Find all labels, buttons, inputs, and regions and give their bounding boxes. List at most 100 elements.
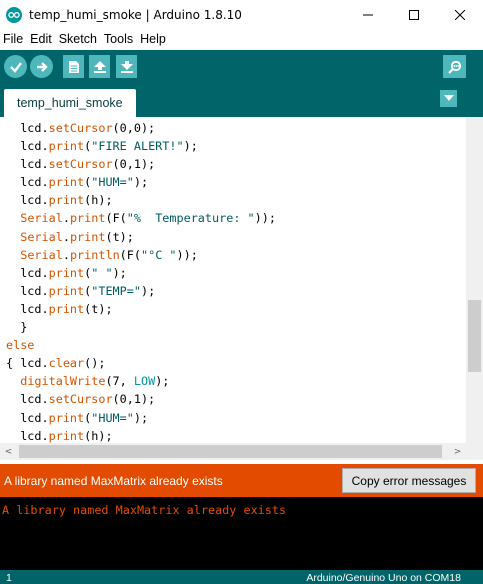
code-token: print	[48, 410, 85, 425]
code-token: clear	[48, 356, 85, 371]
code-token: LOW	[133, 374, 156, 389]
code-token: lcd.	[6, 283, 49, 298]
code-token: lcd.	[6, 265, 49, 280]
verify-button[interactable]	[4, 55, 27, 78]
code-token: );	[133, 410, 149, 425]
code-token: "TEMP="	[91, 283, 141, 298]
code-line[interactable]: { lcd.clear();	[6, 354, 276, 372]
code-line[interactable]: lcd.print("TEMP=");	[6, 282, 276, 300]
scroll-corner	[466, 443, 483, 460]
code-token: ();	[84, 356, 106, 371]
code-token: print	[48, 193, 85, 208]
code-line[interactable]: lcd.print(" ");	[6, 264, 276, 282]
window-title: temp_humi_smoke | Arduino 1.8.10	[29, 7, 242, 22]
code-token: (0,1);	[112, 157, 156, 172]
code-line[interactable]: lcd.setCursor(0,0);	[6, 119, 276, 137]
code-token: lcd.	[6, 193, 49, 208]
tab-temp-humi-smoke[interactable]: temp_humi_smoke	[4, 89, 136, 117]
tab-bar: temp_humi_smoke	[0, 84, 483, 117]
code-editor[interactable]: lcd.setCursor(0,0); lcd.print("FIRE ALER…	[0, 117, 483, 443]
board-port-info: Arduino/Genuino Uno on COM18	[306, 572, 461, 584]
serial-monitor-button[interactable]	[443, 55, 466, 78]
code-token: print	[48, 301, 85, 316]
copy-error-messages-button[interactable]: Copy error messages	[342, 468, 476, 493]
code-line[interactable]: lcd.print("FIRE ALERT!");	[6, 137, 276, 155]
code-text[interactable]: lcd.setCursor(0,0); lcd.print("FIRE ALER…	[6, 119, 276, 443]
tab-menu-button[interactable]	[440, 90, 457, 107]
menu-bar: File Edit Sketch Tools Help	[0, 29, 483, 49]
code-line[interactable]: }	[6, 318, 276, 336]
arrow-right-icon	[36, 61, 48, 72]
code-token: );	[183, 139, 198, 154]
code-token: ));	[254, 211, 276, 226]
code-line[interactable]: lcd.print("HUM=");	[6, 409, 276, 427]
code-token: (h);	[84, 428, 113, 443]
code-line[interactable]: else	[6, 336, 276, 354]
code-token: lcd.	[6, 175, 49, 190]
code-token: print	[48, 283, 85, 298]
upload-button[interactable]	[30, 55, 53, 78]
code-token: (F(	[119, 247, 141, 262]
code-line[interactable]: lcd.print(h);	[6, 427, 276, 443]
code-token: ));	[176, 247, 198, 262]
code-token: { lcd.	[6, 356, 49, 371]
code-token: print	[48, 175, 85, 190]
code-line[interactable]: Serial.println(F("°C "));	[6, 246, 276, 264]
vertical-scroll-thumb[interactable]	[468, 300, 481, 372]
code-token: print	[48, 139, 85, 154]
code-token: "% Temperature: "	[126, 211, 255, 226]
code-token: println	[69, 247, 120, 262]
open-button[interactable]	[89, 55, 110, 78]
code-token: else	[6, 338, 35, 353]
code-token: .	[62, 229, 70, 244]
code-token: print	[69, 211, 106, 226]
code-token: "HUM="	[91, 410, 134, 425]
code-line[interactable]: lcd.print(t);	[6, 300, 276, 318]
magnifier-icon	[447, 60, 461, 74]
horizontal-scroll-thumb[interactable]	[19, 445, 442, 458]
code-token: print	[48, 428, 85, 443]
code-token: .	[62, 247, 70, 262]
code-line[interactable]: lcd.setCursor(0,1);	[6, 390, 276, 408]
code-line[interactable]: digitalWrite(7, LOW);	[6, 372, 276, 390]
code-line[interactable]: Serial.print(F("% Temperature: "));	[6, 209, 276, 227]
scroll-left-icon[interactable]: <	[0, 443, 17, 460]
menu-edit[interactable]: Edit	[27, 32, 56, 46]
menu-file[interactable]: File	[0, 32, 27, 46]
code-token: setCursor	[48, 157, 113, 172]
console-output[interactable]: A library named MaxMatrix already exists	[0, 497, 483, 570]
save-button[interactable]	[116, 55, 137, 78]
code-token: "FIRE ALERT!"	[91, 139, 184, 154]
maximize-button[interactable]	[391, 0, 437, 29]
code-token: Serial	[20, 211, 63, 226]
menu-help[interactable]: Help	[137, 32, 170, 46]
code-token: (0,0);	[112, 121, 156, 135]
code-token: "HUM="	[91, 175, 134, 190]
horizontal-scrollbar[interactable]: < >	[0, 443, 466, 460]
error-message: A library named MaxMatrix already exists	[4, 474, 223, 488]
code-line[interactable]: lcd.setCursor(0,1);	[6, 155, 276, 173]
code-token: lcd.	[6, 428, 49, 443]
vertical-scrollbar[interactable]	[466, 117, 483, 443]
menu-tools[interactable]: Tools	[101, 32, 137, 46]
code-token: );	[133, 175, 149, 190]
code-token: );	[140, 283, 156, 298]
code-line[interactable]: lcd.print("HUM=");	[6, 173, 276, 191]
triangle-down-icon	[443, 95, 454, 101]
error-bar: A library named MaxMatrix already exists…	[0, 464, 483, 497]
code-line[interactable]: lcd.print(h);	[6, 191, 276, 209]
close-button[interactable]	[437, 0, 483, 29]
new-sketch-button[interactable]	[63, 55, 84, 78]
scroll-right-icon[interactable]: >	[449, 443, 466, 460]
title-bar: temp_humi_smoke | Arduino 1.8.10	[0, 0, 483, 29]
code-token: print	[48, 265, 85, 280]
console-text: A library named MaxMatrix already exists	[2, 503, 287, 517]
minimize-button[interactable]	[345, 0, 391, 29]
menu-sketch[interactable]: Sketch	[56, 32, 101, 46]
code-line[interactable]: Serial.print(t);	[6, 228, 276, 246]
code-token: setCursor	[48, 392, 113, 407]
code-token: );	[155, 374, 170, 389]
code-token: (h);	[84, 193, 113, 208]
